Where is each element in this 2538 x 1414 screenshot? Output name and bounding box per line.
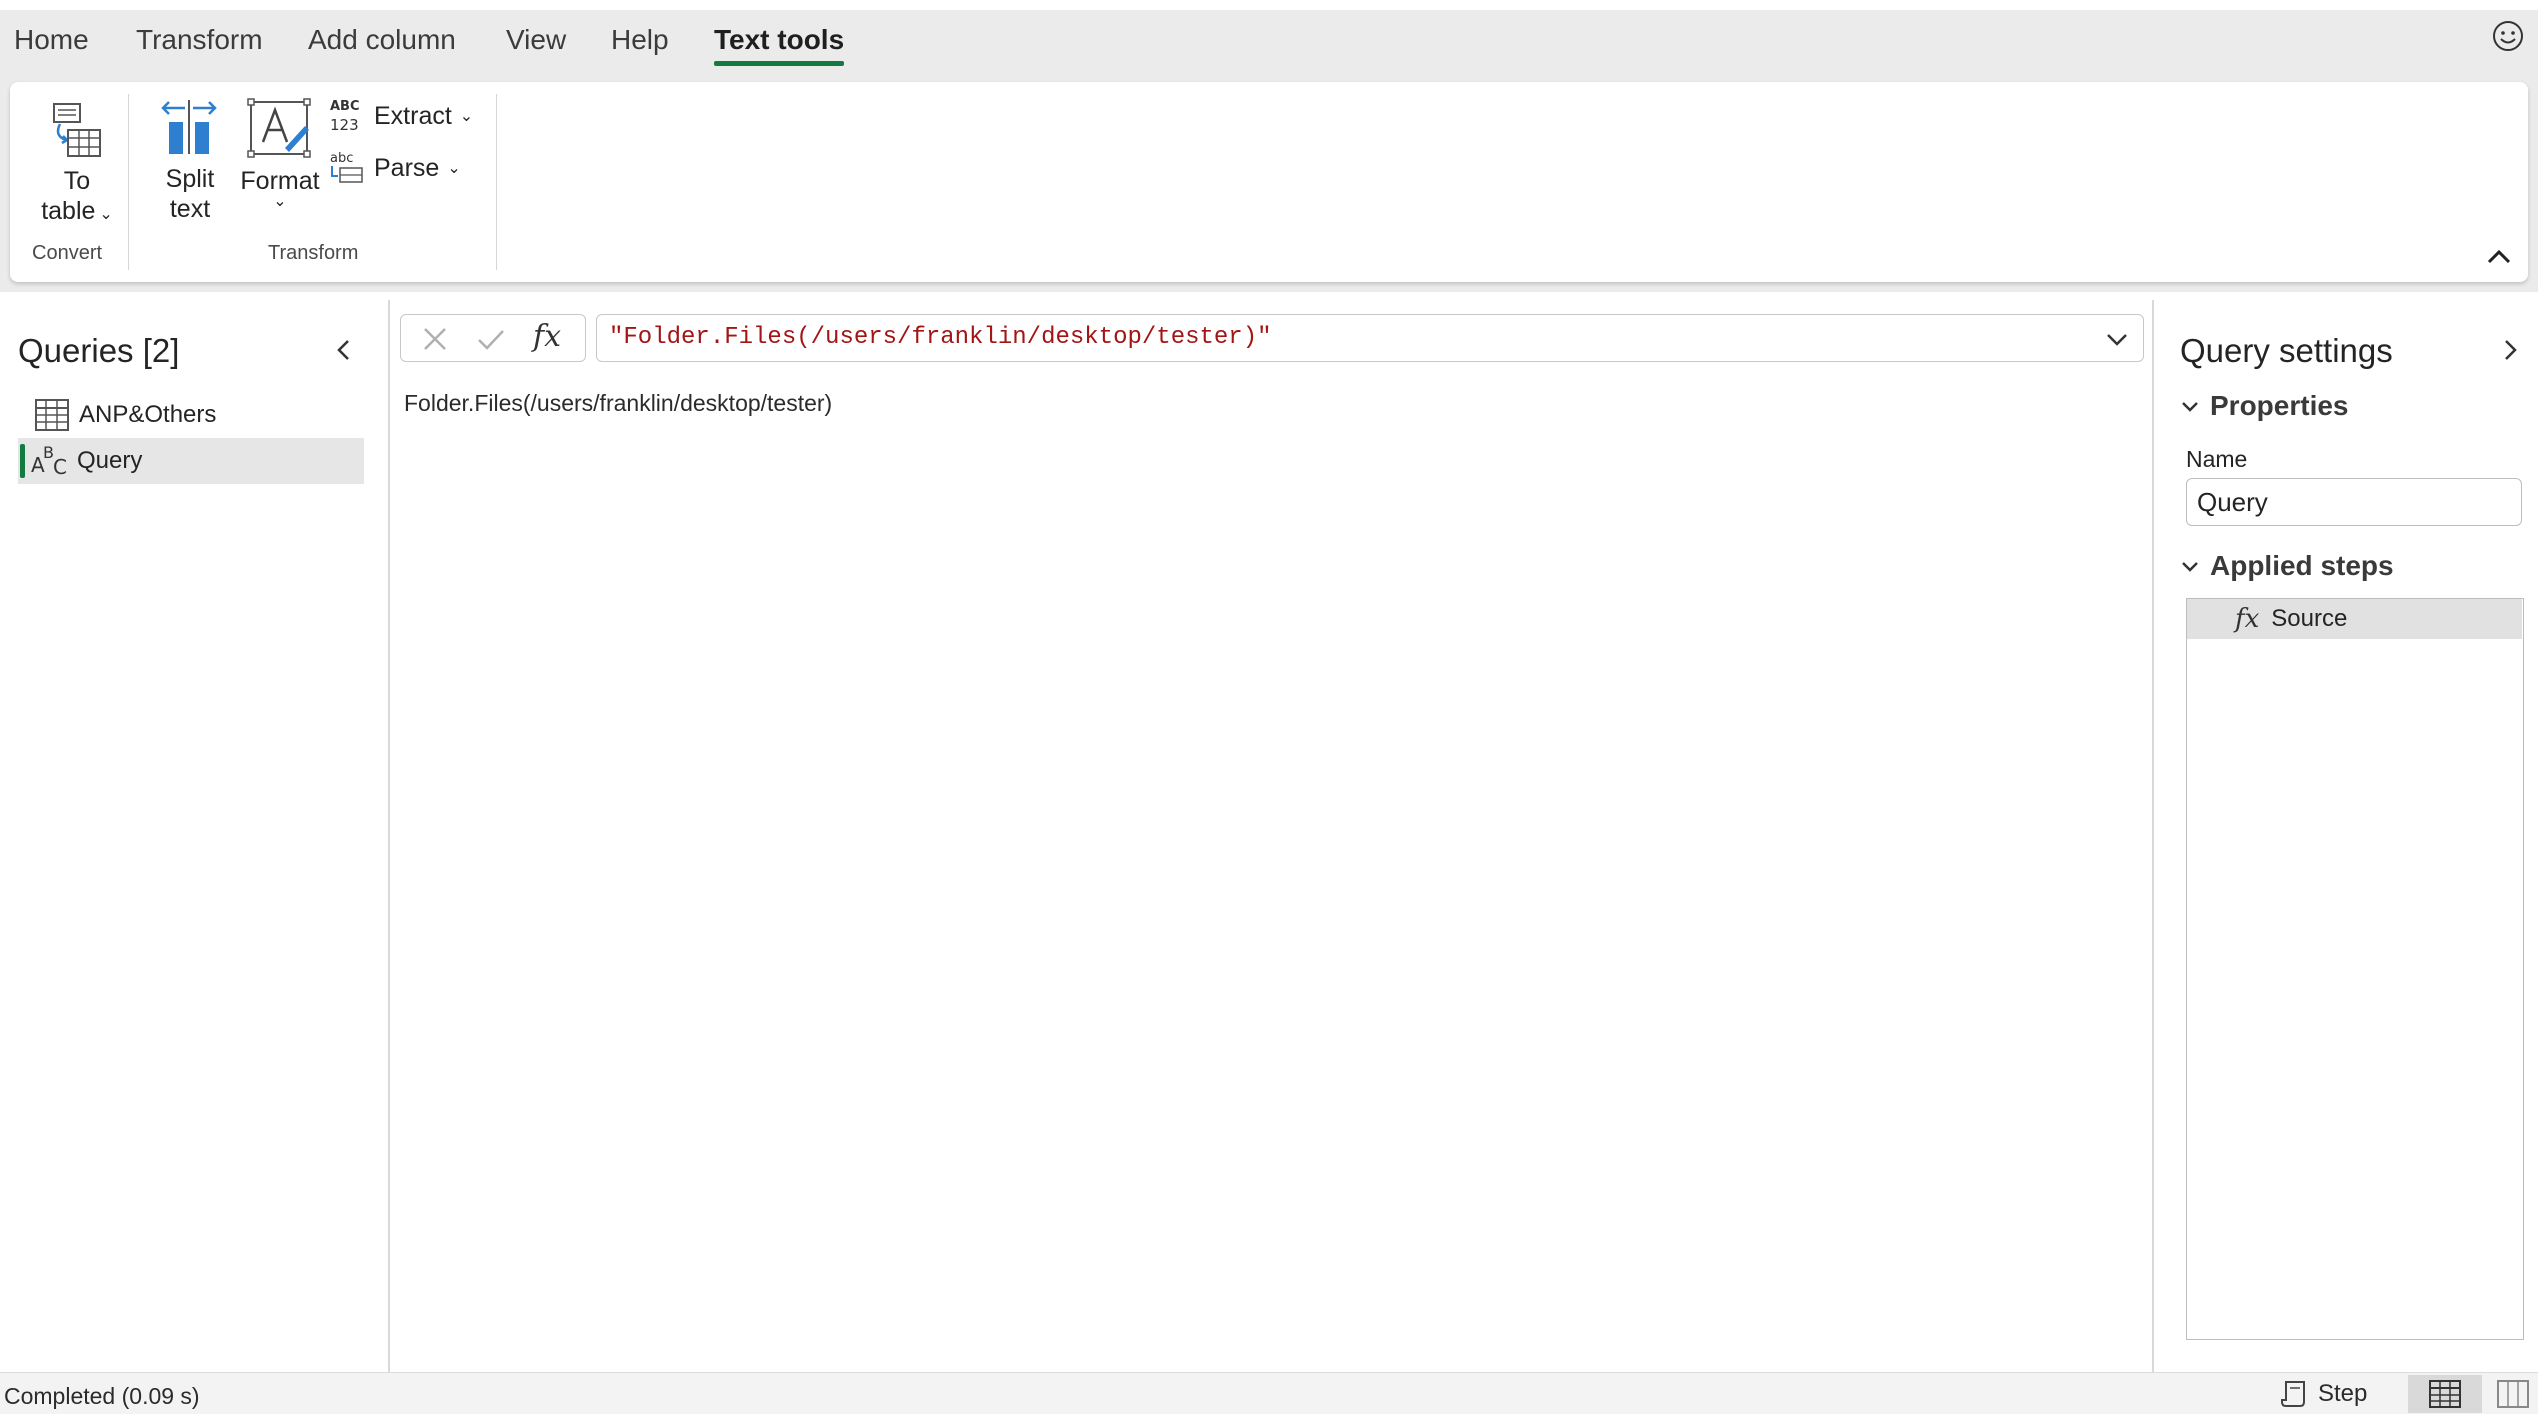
applied-steps-section-header[interactable]: Applied steps — [2180, 550, 2394, 582]
step-label: Step — [2318, 1380, 2368, 1407]
tab-add-column[interactable]: Add column — [308, 24, 456, 56]
formula-controls: fx — [400, 314, 586, 362]
extract-label: Extract — [374, 101, 452, 130]
query-item-query[interactable]: A B C Query — [18, 438, 364, 484]
schema-view-button[interactable] — [2490, 1375, 2534, 1413]
properties-section-header[interactable]: Properties — [2180, 390, 2349, 422]
applied-step-label: Source — [2271, 605, 2348, 632]
format-button[interactable]: Format ⌄ — [230, 96, 330, 210]
to-table-label-line1: To — [63, 167, 91, 195]
text-type-icon: A B C — [31, 443, 67, 479]
cancel-formula-x-icon[interactable] — [419, 323, 451, 355]
chevron-down-icon: ⌄ — [459, 108, 474, 125]
query-item-label: ANP&Others — [79, 401, 217, 428]
svg-text:abc: abc — [330, 151, 353, 166]
applied-step-source[interactable]: fx Source — [2187, 599, 2522, 639]
split-text-button[interactable]: Split text — [146, 96, 234, 224]
split-text-label-line1: Split — [165, 165, 215, 193]
collapse-ribbon-chevron-up-icon[interactable] — [2484, 242, 2514, 272]
collapse-queries-chevron-left-icon[interactable] — [330, 336, 358, 364]
extract-abc123-icon: ABC 123 — [330, 99, 360, 134]
queries-pane-title: Queries [2] — [18, 332, 180, 369]
grid-icon — [2429, 1380, 2461, 1408]
query-name-input[interactable] — [2186, 478, 2522, 526]
ribbon-separator — [496, 94, 497, 270]
extract-button[interactable]: ABC 123 Extract ⌄ — [328, 96, 473, 136]
to-table-label-line2: table — [41, 197, 96, 225]
to-table-label-line2-wrap: table ⌄ — [24, 196, 130, 230]
properties-label: Properties — [2210, 390, 2349, 421]
schema-columns-icon — [2497, 1380, 2529, 1408]
svg-text:C: C — [53, 455, 67, 479]
ribbon-background: To table ⌄ Convert Split text Format ⌄ A… — [0, 82, 2538, 292]
parse-icon: abc — [330, 151, 363, 183]
formula-bar[interactable]: "Folder.Files(/users/franklin/desktop/te… — [596, 314, 2144, 362]
feedback-smiley-icon[interactable] — [2490, 18, 2526, 54]
status-text: Completed (0.09 s) — [4, 1383, 200, 1409]
query-settings-title: Query settings — [2180, 332, 2393, 369]
applied-steps-list: fx Source — [2186, 598, 2524, 1340]
group-label-convert: Convert — [32, 242, 103, 264]
split-text-icon — [161, 100, 217, 154]
chevron-down-icon — [2182, 402, 2198, 412]
format-label: Format — [240, 167, 320, 195]
chevron-down-icon: ⌄ — [447, 160, 461, 177]
group-label-transform: Transform — [268, 242, 359, 264]
format-icon — [247, 98, 311, 158]
fx-icon[interactable]: fx — [533, 319, 561, 354]
table-icon — [35, 399, 69, 431]
ribbon-tab-bar: Home Transform Add column View Help Text… — [0, 10, 2538, 82]
tab-transform[interactable]: Transform — [136, 24, 263, 56]
queries-pane: Queries [2] ANP&Others A B C Query — [0, 300, 390, 1372]
parse-label: Parse — [374, 153, 440, 182]
chevron-down-icon: ⌄ — [273, 193, 287, 210]
formula-text[interactable]: "Folder.Files(/users/franklin/desktop/te… — [609, 324, 1272, 351]
data-preview-area: fx "Folder.Files(/users/franklin/desktop… — [392, 300, 2152, 1372]
svg-text:ABC: ABC — [330, 99, 360, 114]
status-bar: Completed (0.09 s) Step — [0, 1372, 2538, 1414]
tab-home[interactable]: Home — [14, 24, 89, 56]
ribbon: To table ⌄ Convert Split text Format ⌄ A… — [10, 82, 2528, 282]
selected-indicator — [20, 444, 25, 478]
fx-icon: fx — [2235, 604, 2260, 634]
to-table-button[interactable]: To table ⌄ — [24, 100, 130, 230]
query-settings-pane: Query settings Properties Name Applied s… — [2152, 300, 2538, 1372]
tab-view[interactable]: View — [506, 24, 566, 56]
query-result-value: Folder.Files(/users/franklin/desktop/tes… — [404, 390, 833, 416]
step-view-button[interactable]: Step — [2280, 1377, 2367, 1411]
split-text-label-line2: text — [169, 195, 211, 223]
collapse-settings-chevron-right-icon[interactable] — [2496, 336, 2524, 364]
to-table-icon — [53, 103, 101, 157]
expand-formula-chevron-down-icon[interactable] — [2103, 325, 2131, 353]
query-item-label: Query — [77, 447, 143, 474]
parse-button[interactable]: abc Parse ⌄ — [328, 148, 461, 188]
tab-text-tools[interactable]: Text tools — [714, 24, 845, 66]
data-grid-view-button[interactable] — [2408, 1375, 2482, 1413]
applied-steps-label: Applied steps — [2210, 550, 2394, 581]
commit-formula-check-icon[interactable] — [475, 323, 507, 355]
chevron-down-icon: ⌄ — [99, 206, 113, 223]
chevron-down-icon — [2182, 562, 2198, 572]
ribbon-separator — [128, 94, 129, 270]
svg-text:123: 123 — [330, 116, 359, 134]
name-label: Name — [2186, 446, 2248, 472]
step-icon — [2281, 1381, 2305, 1407]
tab-help[interactable]: Help — [611, 24, 669, 56]
query-item-anp-others[interactable]: ANP&Others — [18, 392, 364, 438]
